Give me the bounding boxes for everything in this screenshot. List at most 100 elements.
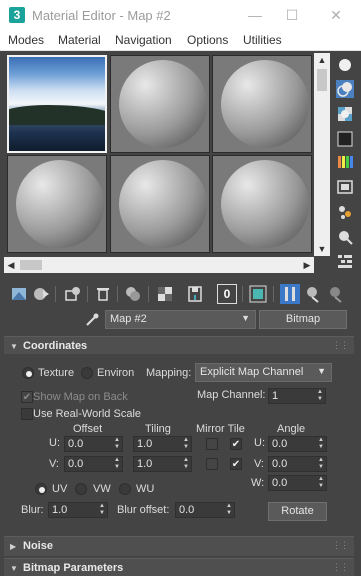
use-real-world-scale-label: Use Real-World Scale xyxy=(33,408,142,420)
menu-modes[interactable]: Modes xyxy=(8,33,44,47)
rollout-noise-header[interactable]: ▶ Noise ⋮⋮ xyxy=(4,536,354,556)
rollout-coordinates-header[interactable]: ▼ Coordinates ⋮⋮ xyxy=(4,336,354,356)
wu-radio[interactable] xyxy=(119,483,131,495)
environ-label: Environ xyxy=(97,367,135,379)
scroll-left-arrow-icon[interactable]: ◀ xyxy=(4,257,18,273)
sample-type-icon[interactable] xyxy=(336,56,354,74)
make-preview-icon[interactable] xyxy=(336,178,354,196)
spinner-arrows-icon[interactable]: ▲ ▼ xyxy=(183,457,189,471)
u-tiling-spinner[interactable]: 1.0 ▲ ▼ xyxy=(133,436,192,452)
show-shaded-icon[interactable] xyxy=(248,284,268,304)
video-color-check-icon[interactable] xyxy=(336,153,354,171)
spinner-arrows-icon[interactable]: ▲ ▼ xyxy=(183,437,189,451)
material-sphere xyxy=(221,160,309,248)
map-type-button[interactable]: Bitmap xyxy=(259,310,347,329)
sample-slot-3[interactable] xyxy=(212,55,312,153)
app-logo-icon: 3 xyxy=(9,7,25,23)
u-offset-spinner[interactable]: 0.0 ▲ ▼ xyxy=(64,436,123,452)
window-title: Material Editor - Map #2 xyxy=(32,8,171,23)
reset-map-icon[interactable] xyxy=(93,284,113,304)
backlight-icon[interactable] xyxy=(336,80,354,98)
scroll-down-arrow-icon[interactable]: ▼ xyxy=(314,242,330,256)
sample-slot-5[interactable] xyxy=(110,155,210,253)
spinner-arrows-icon[interactable]: ▲ ▼ xyxy=(114,457,120,471)
menu-options[interactable]: Options xyxy=(187,33,228,47)
options-icon[interactable] xyxy=(336,203,354,221)
sample-slot-6[interactable] xyxy=(212,155,312,253)
show-map-on-back-checkbox[interactable]: ✔ xyxy=(21,391,33,403)
spinner-arrows-icon[interactable]: ▲ ▼ xyxy=(318,476,324,490)
blur-spinner[interactable]: 1.0 ▲ ▼ xyxy=(48,502,108,518)
w-angle-spinner[interactable]: 0.0 ▲ ▼ xyxy=(268,475,327,491)
u-mirror-checkbox[interactable] xyxy=(206,438,218,450)
u-angle-spinner[interactable]: 0.0 ▲ ▼ xyxy=(268,436,327,452)
v-label: V: xyxy=(49,458,59,470)
menu-material[interactable]: Material xyxy=(58,33,101,47)
background-icon[interactable] xyxy=(336,105,354,123)
go-forward-icon[interactable] xyxy=(326,284,346,304)
spinner-arrows-icon[interactable]: ▲ ▼ xyxy=(317,389,323,403)
v-angle-value: 0.0 xyxy=(272,458,288,470)
sample-slot-4[interactable] xyxy=(7,155,107,253)
v-offset-value: 0.0 xyxy=(68,458,84,470)
scroll-right-arrow-icon[interactable]: ▶ xyxy=(300,257,314,273)
show-end-result-icon[interactable] xyxy=(280,284,300,304)
spinner-arrows-icon[interactable]: ▲ ▼ xyxy=(226,503,232,517)
material-id-channel-icon[interactable]: 0 xyxy=(217,284,237,304)
map-channel-spinner[interactable]: 1 ▲ ▼ xyxy=(268,388,326,404)
uv-radio[interactable] xyxy=(35,483,47,495)
spinner-arrows-icon[interactable]: ▲ ▼ xyxy=(114,437,120,451)
collapse-triangle-icon: ▼ xyxy=(10,564,18,573)
put-to-scene-icon[interactable] xyxy=(31,284,51,304)
rollout-grip-icon: ⋮⋮ xyxy=(332,340,349,350)
spinner-arrows-icon[interactable]: ▲ ▼ xyxy=(99,503,105,517)
wu-label: WU xyxy=(136,483,155,495)
sample-slot-1[interactable] xyxy=(7,55,107,153)
spinner-arrows-icon[interactable]: ▲ ▼ xyxy=(318,457,324,471)
blur-offset-spinner[interactable]: 0.0 ▲ ▼ xyxy=(175,502,235,518)
environ-radio[interactable] xyxy=(81,367,93,379)
u-angle-value: 0.0 xyxy=(272,438,288,450)
slots-vertical-scrollbar[interactable]: ▲ ▼ xyxy=(314,53,330,256)
texture-radio[interactable] xyxy=(22,367,34,379)
go-to-parent-icon[interactable] xyxy=(303,284,323,304)
u-tile-checkbox[interactable]: ✔ xyxy=(230,438,242,450)
maximize-button[interactable]: ☐ xyxy=(277,5,307,25)
v-tiling-spinner[interactable]: 1.0 ▲ ▼ xyxy=(133,456,192,472)
get-material-icon[interactable] xyxy=(9,284,29,304)
assign-to-selection-icon[interactable] xyxy=(63,284,83,304)
scroll-thumb[interactable] xyxy=(317,69,327,91)
v-tile-checkbox[interactable]: ✔ xyxy=(230,458,242,470)
menu-utilities[interactable]: Utilities xyxy=(243,33,282,47)
minimize-button[interactable]: — xyxy=(240,5,270,25)
expand-triangle-icon: ▶ xyxy=(10,542,17,551)
uv-tiling-icon[interactable] xyxy=(336,130,354,148)
pick-material-eyedropper-icon[interactable] xyxy=(84,312,100,328)
make-copy-icon[interactable] xyxy=(123,284,143,304)
v-offset-spinner[interactable]: 0.0 ▲ ▼ xyxy=(64,456,123,472)
rollout-bitmap-parameters-header[interactable]: ▼ Bitmap Parameters ⋮⋮ xyxy=(4,558,354,576)
spinner-arrows-icon[interactable]: ▲ ▼ xyxy=(318,437,324,451)
chevron-down-icon: ▼ xyxy=(317,366,326,376)
sample-slot-2[interactable] xyxy=(110,55,210,153)
menu-navigation[interactable]: Navigation xyxy=(115,33,172,47)
rollout-title: Bitmap Parameters xyxy=(23,562,124,574)
map-channel-value: 1 xyxy=(272,390,279,402)
map-name-dropdown[interactable]: Map #2 ▼ xyxy=(105,310,256,329)
material-map-navigator-icon[interactable] xyxy=(336,252,354,270)
v-mirror-checkbox[interactable] xyxy=(206,458,218,470)
mapping-dropdown[interactable]: Explicit Map Channel ▼ xyxy=(195,363,332,382)
rotate-button[interactable]: Rotate xyxy=(268,502,327,521)
close-button[interactable]: ✕ xyxy=(321,5,351,25)
slots-horizontal-scrollbar[interactable]: ◀ ▶ xyxy=(4,257,314,273)
put-to-library-icon[interactable] xyxy=(185,284,205,304)
vw-radio[interactable] xyxy=(75,483,87,495)
use-real-world-scale-checkbox[interactable] xyxy=(21,408,33,420)
map-name-value: Map #2 xyxy=(110,313,147,325)
scroll-thumb[interactable] xyxy=(20,260,42,270)
make-unique-icon[interactable] xyxy=(155,284,175,304)
scroll-up-arrow-icon[interactable]: ▲ xyxy=(314,53,330,67)
v-angle-spinner[interactable]: 0.0 ▲ ▼ xyxy=(268,456,327,472)
select-by-material-icon[interactable] xyxy=(336,228,354,246)
bitmap-preview-image xyxy=(9,57,105,151)
